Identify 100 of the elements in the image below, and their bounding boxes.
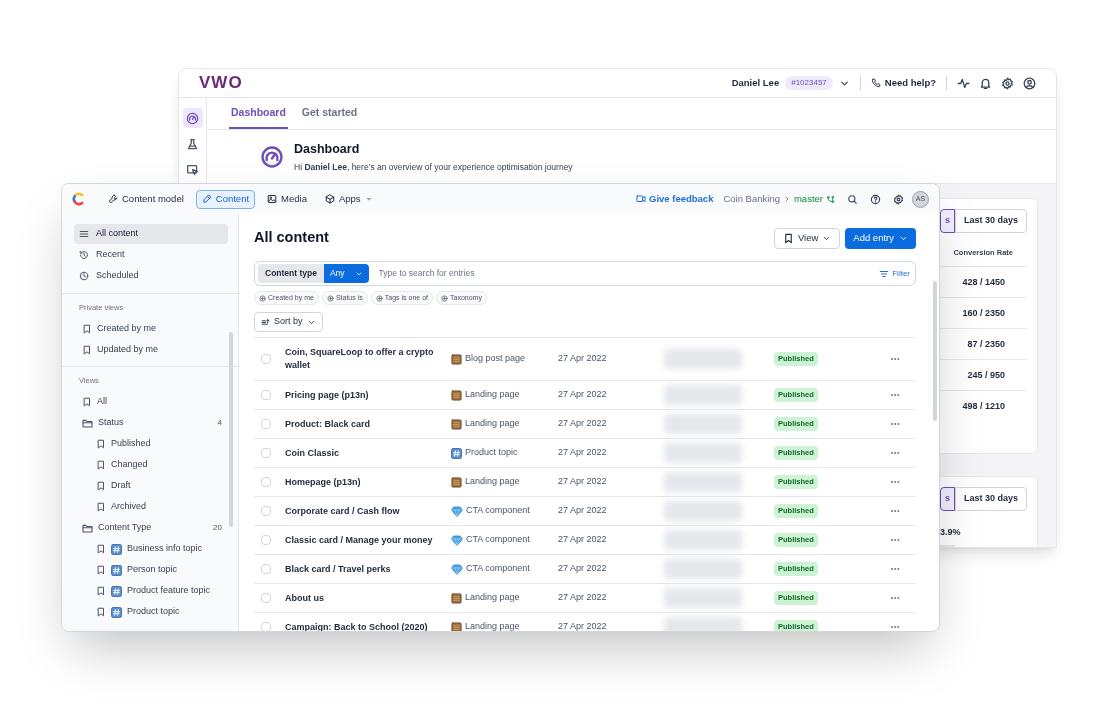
list-icon bbox=[79, 229, 89, 239]
sidebar-item[interactable]: Published bbox=[74, 433, 228, 455]
sidebar-item[interactable]: All bbox=[74, 391, 228, 413]
sidebar-item[interactable]: Archived bbox=[74, 496, 228, 518]
help-button[interactable]: Need help? bbox=[870, 75, 936, 91]
sidebar-item[interactable]: Updated by me bbox=[74, 339, 228, 361]
scrollbar[interactable] bbox=[229, 332, 233, 527]
nav-tab[interactable]: Media bbox=[261, 189, 313, 209]
table-cell: 498 / 1210 bbox=[962, 399, 1005, 413]
updated-date: 27 Apr 2022 bbox=[558, 475, 608, 489]
entry-title: Homepage (p13n) bbox=[285, 475, 362, 489]
branch-icon bbox=[826, 194, 835, 204]
table-cell: 87 / 2350 bbox=[967, 337, 1005, 351]
gauge-icon bbox=[260, 144, 284, 169]
sidebar-item[interactable]: Scheduled bbox=[74, 266, 228, 286]
search-field[interactable]: Type to search for entries bbox=[378, 267, 880, 280]
entry-title: About us bbox=[285, 591, 325, 605]
add-entry-button[interactable]: Add entry bbox=[845, 227, 916, 249]
plus-circle-icon bbox=[326, 294, 334, 302]
range-tab[interactable]: Last 30 days bbox=[954, 209, 1027, 233]
sidebar-item[interactable]: Recent bbox=[74, 245, 228, 265]
search-icon[interactable] bbox=[847, 193, 858, 205]
checkbox[interactable] bbox=[261, 535, 271, 545]
content-type: CTA component bbox=[466, 533, 530, 547]
range-tab[interactable]: Last 30 days bbox=[954, 487, 1027, 511]
bookmark-icon bbox=[96, 481, 106, 491]
filter-button[interactable]: Filter bbox=[879, 267, 910, 280]
updated-date: 27 Apr 2022 bbox=[558, 388, 608, 402]
bookmark-icon bbox=[82, 344, 92, 355]
entry-title: Classic card / Manage your money bbox=[285, 533, 434, 547]
flask-icon bbox=[186, 137, 199, 151]
sort-icon bbox=[261, 317, 270, 327]
hash-icon bbox=[111, 606, 122, 618]
bookmark-icon bbox=[96, 565, 106, 575]
sidebar-item[interactable]: Status 4 bbox=[74, 412, 228, 434]
entry-title: Corporate card / Cash flow bbox=[285, 504, 401, 518]
settings-icon[interactable] bbox=[893, 193, 904, 205]
content-type: Landing page bbox=[465, 388, 520, 402]
updated-date: 27 Apr 2022 bbox=[558, 562, 608, 576]
type-dropdown[interactable]: Any bbox=[323, 264, 369, 283]
checkbox[interactable] bbox=[261, 419, 271, 429]
bookmark-icon bbox=[96, 607, 106, 617]
checkbox[interactable] bbox=[261, 448, 271, 458]
sidebar-item[interactable]: Created by me bbox=[74, 318, 228, 340]
checkbox[interactable] bbox=[261, 477, 271, 487]
tab[interactable]: Get started bbox=[299, 98, 360, 129]
sidebar-item[interactable]: Product topic bbox=[74, 601, 228, 623]
help-icon[interactable] bbox=[870, 193, 881, 205]
activity-icon[interactable] bbox=[957, 76, 970, 90]
updated-date: 27 Apr 2022 bbox=[558, 446, 608, 460]
page-subtitle: Hi Daniel Lee, here’s an overview of your experience optimisation journey bbox=[294, 160, 573, 174]
sidebar-item[interactable]: Business info topic bbox=[74, 538, 228, 560]
updated-date: 27 Apr 2022 bbox=[558, 504, 608, 518]
sidebar-item[interactable]: Content Type 20 bbox=[74, 517, 228, 539]
nav-tab[interactable]: Content bbox=[195, 189, 256, 209]
checkbox[interactable] bbox=[261, 354, 271, 364]
sort-button[interactable]: Sort by bbox=[254, 312, 323, 332]
page-title: Dashboard bbox=[294, 140, 361, 158]
bookmark-icon bbox=[82, 323, 92, 334]
wrench-icon bbox=[108, 194, 118, 204]
bookmark-icon bbox=[82, 397, 92, 407]
phone-icon bbox=[870, 78, 881, 88]
settings-icon[interactable] bbox=[1001, 76, 1014, 90]
pen-icon bbox=[201, 194, 212, 204]
hash-icon bbox=[111, 543, 122, 555]
sidebar-item[interactable]: Changed bbox=[74, 454, 228, 476]
checkbox[interactable] bbox=[261, 390, 271, 400]
checkbox[interactable] bbox=[261, 564, 271, 574]
sidebar-item[interactable]: Draft bbox=[74, 475, 228, 497]
checkbox[interactable] bbox=[261, 506, 271, 516]
nav-tab[interactable]: Content model bbox=[102, 189, 190, 209]
vwo-logo: VWO bbox=[199, 72, 243, 95]
updated-date: 27 Apr 2022 bbox=[558, 533, 608, 547]
feedback-link[interactable]: Give feedback bbox=[636, 191, 714, 207]
updated-date: 27 Apr 2022 bbox=[558, 352, 608, 366]
nav-tab[interactable]: Apps bbox=[318, 189, 379, 209]
bell-icon[interactable] bbox=[979, 76, 992, 90]
entry-title: Pricing page (p13n) bbox=[285, 388, 370, 402]
environment-button[interactable]: master bbox=[793, 191, 835, 207]
sidebar-item[interactable]: Person topic bbox=[74, 559, 228, 581]
checkbox[interactable] bbox=[261, 622, 271, 631]
rail-button[interactable] bbox=[182, 108, 203, 128]
checkbox[interactable] bbox=[261, 593, 271, 603]
sidebar-item[interactable]: Product feature topic bbox=[74, 580, 228, 602]
scrollbar[interactable] bbox=[933, 281, 937, 421]
search-bar[interactable]: Content type Any Type to search for entries Filter bbox=[254, 261, 916, 286]
user-name: Daniel Lee bbox=[731, 75, 780, 90]
content-type: CTA component bbox=[466, 562, 530, 576]
history-icon bbox=[79, 250, 89, 260]
content-type: Blog post page bbox=[465, 352, 526, 366]
view-button[interactable]: View bbox=[773, 227, 841, 249]
gauge-icon bbox=[186, 111, 199, 125]
user-icon[interactable] bbox=[1023, 76, 1036, 90]
sidebar-item[interactable]: All content bbox=[74, 224, 228, 244]
entry-title: Coin Classic bbox=[285, 446, 341, 460]
bookmark-icon bbox=[96, 586, 106, 596]
metric-value: 3.9% bbox=[940, 526, 961, 539]
plus-circle-icon bbox=[441, 294, 448, 302]
filter-icon bbox=[879, 268, 890, 279]
content-type: Landing page bbox=[465, 417, 520, 431]
